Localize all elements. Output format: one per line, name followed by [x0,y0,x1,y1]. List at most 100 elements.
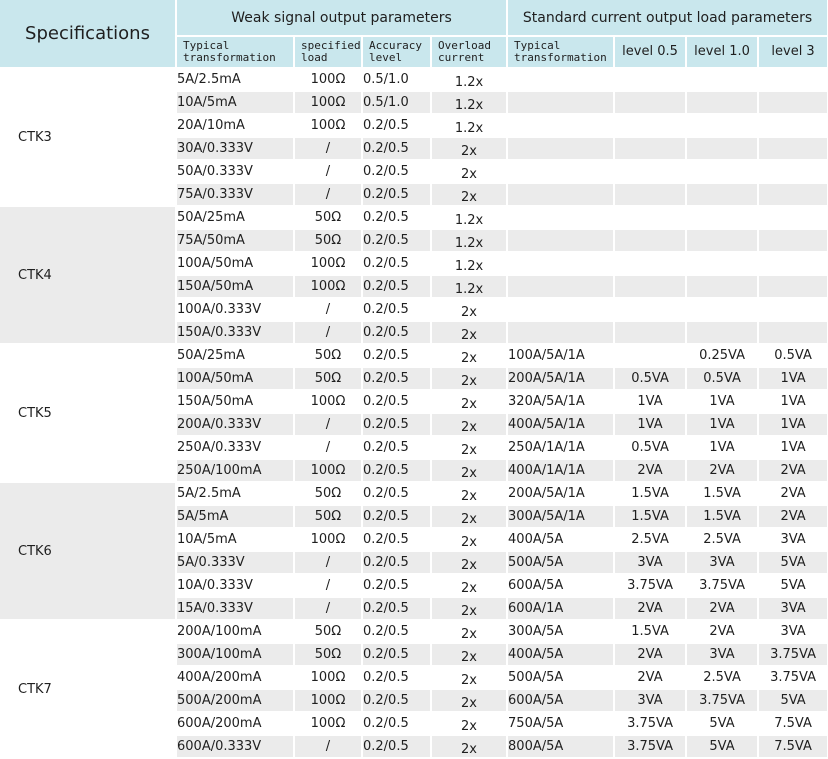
cell-level-1-0: 0.5VA [686,367,760,391]
cell-level-1-0: 1.5VA [686,505,760,529]
cell-level-0-5 [614,344,688,368]
cell-accuracy-level: 0.2/0.5 [362,114,432,138]
specifications-header: Specifications [0,0,177,69]
cell-specified-load: 50Ω [294,206,363,230]
cell-std-transformation [507,229,616,253]
standard-current-group-header: Standard current output load parameters [507,0,828,37]
cell-weak-transformation: 250A/0.333V [176,436,295,460]
cell-accuracy-level: 0.2/0.5 [362,528,432,552]
cell-specified-load: 100Ω [294,712,363,736]
cell-specified-load: 100Ω [294,390,363,414]
cell-std-transformation: 750A/5A [507,712,616,736]
cell-accuracy-level: 0.2/0.5 [362,367,432,391]
cell-level-3 [758,183,828,207]
cell-level-0-5: 3.75VA [614,712,688,736]
cell-std-transformation [507,252,616,276]
cell-level-3: 0.5VA [758,344,828,368]
cell-overload-current: 1.2x [431,114,509,138]
cell-weak-transformation: 200A/0.333V [176,413,295,437]
cell-level-1-0 [686,252,760,276]
specification-model: CTK5 [0,344,177,483]
cell-level-3 [758,137,828,161]
cell-weak-transformation: 50A/25mA [176,206,295,230]
cell-overload-current: 2x [431,712,509,736]
cell-level-1-0 [686,206,760,230]
cell-std-transformation: 500A/5A [507,666,616,690]
cell-weak-transformation: 500A/200mA [176,689,295,713]
cell-level-1-0: 3.75VA [686,689,760,713]
specification-model: CTK4 [0,206,177,345]
cell-level-1-0: 2.5VA [686,666,760,690]
cell-specified-load: / [294,597,363,621]
col-specified-load: specified load [294,36,363,69]
cell-std-transformation [507,298,616,322]
cell-level-3 [758,68,828,92]
col-level-1-0: level 1.0 [686,36,760,69]
cell-std-transformation [507,321,616,345]
col-level-0-5: level 0.5 [614,36,688,69]
cell-specified-load: 50Ω [294,505,363,529]
cell-accuracy-level: 0.2/0.5 [362,689,432,713]
cell-level-0-5 [614,298,688,322]
table-body: CTK3 5A/2.5mA 100Ω 0.5/1.0 1.2x 10A/5mA 100Ω 0.… [0,68,828,759]
cell-level-3 [758,160,828,184]
cell-specified-load: / [294,321,363,345]
cell-level-3 [758,229,828,253]
table-row: CTK6 5A/2.5mA 50Ω 0.2/0.5 2x 200A/5A/1A 1.5VA 1… [0,482,828,621]
cell-weak-transformation: 250A/100mA [176,459,295,483]
cell-weak-transformation: 5A/2.5mA [176,68,295,92]
cell-accuracy-level: 0.2/0.5 [362,390,432,414]
cell-level-0-5: 2VA [614,666,688,690]
cell-overload-current: 1.2x [431,252,509,276]
cell-specified-load: 100Ω [294,689,363,713]
cell-level-3: 3VA [758,528,828,552]
cell-weak-transformation: 150A/50mA [176,275,295,299]
cell-accuracy-level: 0.2/0.5 [362,160,432,184]
cell-specified-load: / [294,436,363,460]
cell-level-3: 3.75VA [758,666,828,690]
col-accuracy-level: Accuracy level [362,36,432,69]
cell-level-1-0: 2VA [686,597,760,621]
cell-accuracy-level: 0.2/0.5 [362,620,432,644]
cell-level-3: 1VA [758,413,828,437]
cell-accuracy-level: 0.2/0.5 [362,436,432,460]
cell-std-transformation: 300A/5A [507,620,616,644]
cell-level-1-0 [686,183,760,207]
cell-level-1-0 [686,321,760,345]
cell-level-1-0 [686,91,760,115]
cell-accuracy-level: 0.2/0.5 [362,321,432,345]
cell-std-transformation [507,91,616,115]
cell-accuracy-level: 0.2/0.5 [362,183,432,207]
cell-std-transformation [507,275,616,299]
cell-level-0-5 [614,160,688,184]
cell-specified-load: 100Ω [294,91,363,115]
cell-weak-transformation: 15A/0.333V [176,597,295,621]
cell-accuracy-level: 0.2/0.5 [362,666,432,690]
cell-level-0-5 [614,321,688,345]
cell-level-3: 1VA [758,390,828,414]
cell-accuracy-level: 0.2/0.5 [362,252,432,276]
cell-std-transformation: 600A/1A [507,597,616,621]
cell-level-0-5: 1.5VA [614,482,688,506]
weak-signal-group-header: Weak signal output parameters [176,0,509,37]
cell-level-0-5: 2VA [614,459,688,483]
cell-level-0-5: 0.5VA [614,367,688,391]
cell-level-0-5: 2VA [614,597,688,621]
cell-std-transformation [507,137,616,161]
cell-specified-load: 50Ω [294,344,363,368]
cell-weak-transformation: 100A/0.333V [176,298,295,322]
cell-level-1-0 [686,114,760,138]
col-std-typical-transformation: Typical transformation [507,36,616,69]
cell-overload-current: 2x [431,505,509,529]
cell-level-1-0 [686,68,760,92]
cell-weak-transformation: 75A/0.333V [176,183,295,207]
table-row: CTK3 5A/2.5mA 100Ω 0.5/1.0 1.2x [0,68,828,207]
cell-specified-load: 50Ω [294,620,363,644]
cell-accuracy-level: 0.2/0.5 [362,298,432,322]
cell-overload-current: 1.2x [431,229,509,253]
cell-specified-load: 100Ω [294,68,363,92]
cell-level-3: 3VA [758,597,828,621]
cell-specified-load: / [294,137,363,161]
cell-level-0-5: 3.75VA [614,574,688,598]
cell-level-1-0 [686,229,760,253]
